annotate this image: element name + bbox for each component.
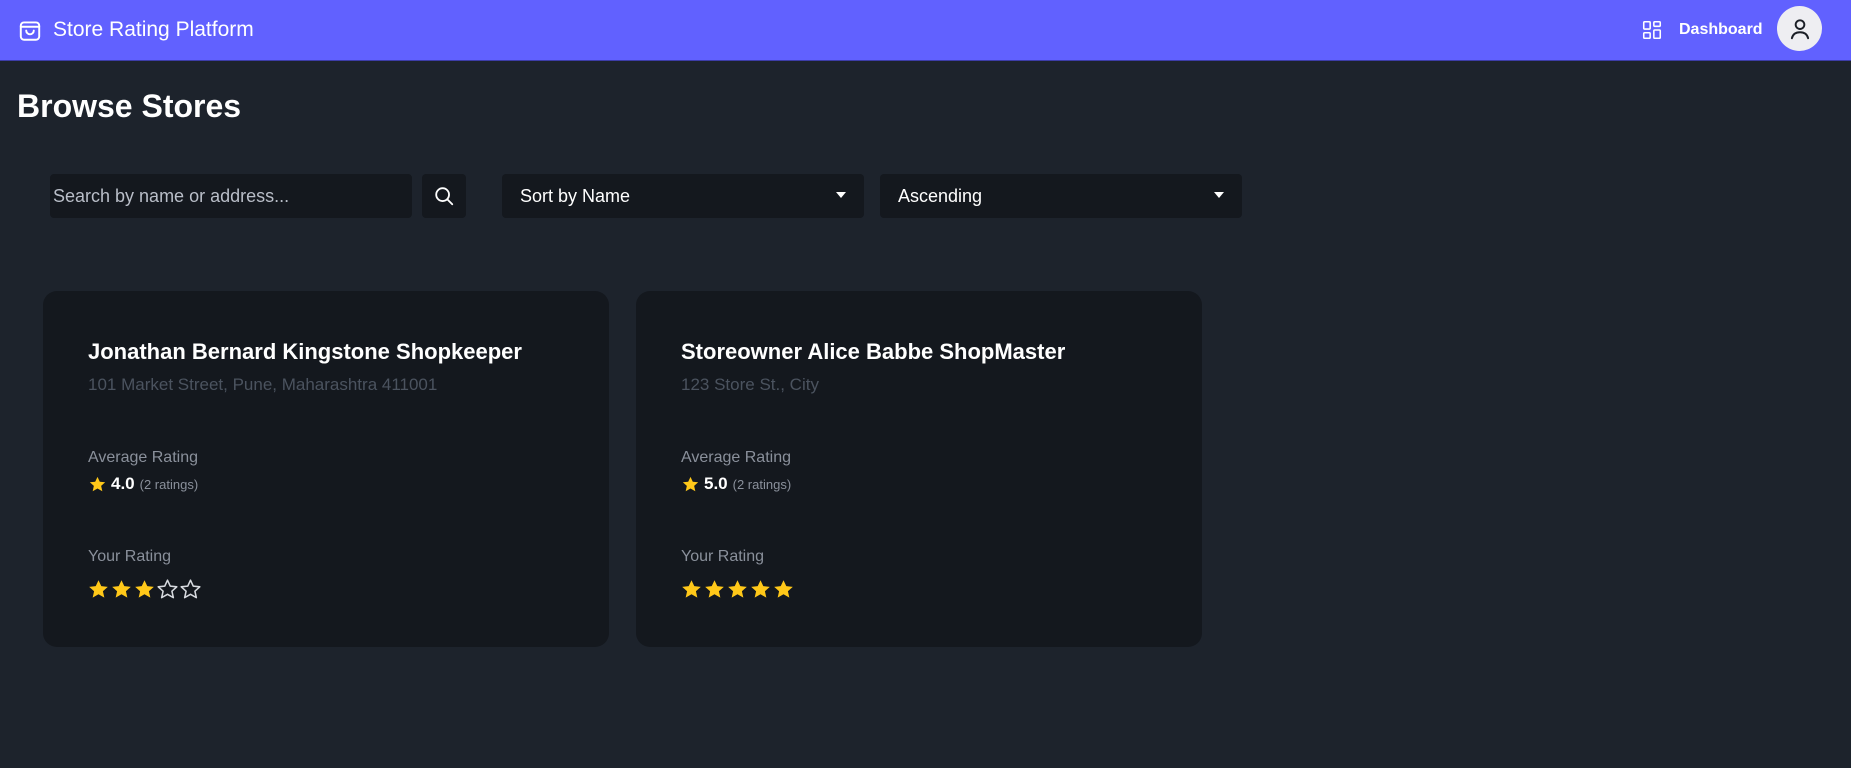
star-filled-icon[interactable] xyxy=(110,578,133,601)
user-avatar-button[interactable] xyxy=(1777,6,1822,51)
brand-link[interactable]: Store Rating Platform xyxy=(17,12,254,48)
store-card: Storeowner Alice Babbe ShopMaster 123 St… xyxy=(636,291,1202,647)
shopping-bag-icon xyxy=(19,21,41,41)
top-navbar: Store Rating Platform Dashboard xyxy=(0,0,1851,61)
dashboard-label: Dashboard xyxy=(1679,21,1763,38)
star-filled-icon[interactable] xyxy=(749,578,772,601)
star-filled-icon[interactable] xyxy=(726,578,749,601)
average-rating: 4.0 (2 ratings) xyxy=(88,473,198,495)
rating-count: (2 ratings) xyxy=(139,476,199,492)
your-rating-label: Your Rating xyxy=(681,548,765,565)
caret-down-icon xyxy=(1214,192,1224,198)
sort-order-value: Ascending xyxy=(898,186,983,206)
average-rating: 5.0 (2 ratings) xyxy=(681,473,791,495)
star-filled-icon[interactable] xyxy=(703,578,726,601)
search-icon xyxy=(435,187,454,206)
star-filled-icon[interactable] xyxy=(772,578,795,601)
sort-order-select[interactable]: Ascending xyxy=(880,174,1242,218)
average-rating-label: Average Rating xyxy=(88,449,198,466)
your-rating-stars[interactable] xyxy=(87,576,202,602)
grid-icon xyxy=(1642,20,1662,40)
sort-by-value: Sort by Name xyxy=(520,186,631,206)
star-filled-icon xyxy=(89,476,106,491)
app-title: Store Rating Platform xyxy=(53,18,254,41)
page-title: Browse Stores xyxy=(17,88,242,124)
your-rating-stars[interactable] xyxy=(680,576,795,602)
rating-count: (2 ratings) xyxy=(732,476,792,492)
store-address: 101 Market Street, Pune, Maharashtra 411… xyxy=(88,375,438,394)
star-outline-icon[interactable] xyxy=(156,578,179,601)
store-name: Storeowner Alice Babbe ShopMaster xyxy=(681,339,1066,364)
user-icon xyxy=(1790,18,1809,39)
your-rating-label: Your Rating xyxy=(88,548,172,565)
sort-by-select[interactable]: Sort by Name xyxy=(502,174,864,218)
average-rating-label: Average Rating xyxy=(681,449,791,466)
star-outline-icon[interactable] xyxy=(179,578,202,601)
average-rating-value: 4.0 xyxy=(111,474,135,493)
search-input[interactable] xyxy=(50,174,412,218)
store-name: Jonathan Bernard Kingstone Shopkeeper xyxy=(88,339,522,364)
dashboard-link[interactable]: Dashboard xyxy=(1641,14,1763,46)
star-filled-icon[interactable] xyxy=(133,578,156,601)
star-filled-icon xyxy=(682,476,699,491)
caret-down-icon xyxy=(836,192,846,198)
star-filled-icon[interactable] xyxy=(680,578,703,601)
star-filled-icon[interactable] xyxy=(87,578,110,601)
average-rating-value: 5.0 xyxy=(704,474,728,493)
store-card: Jonathan Bernard Kingstone Shopkeeper 10… xyxy=(43,291,609,647)
store-address: 123 Store St., City xyxy=(681,375,819,394)
search-button[interactable] xyxy=(422,174,466,218)
